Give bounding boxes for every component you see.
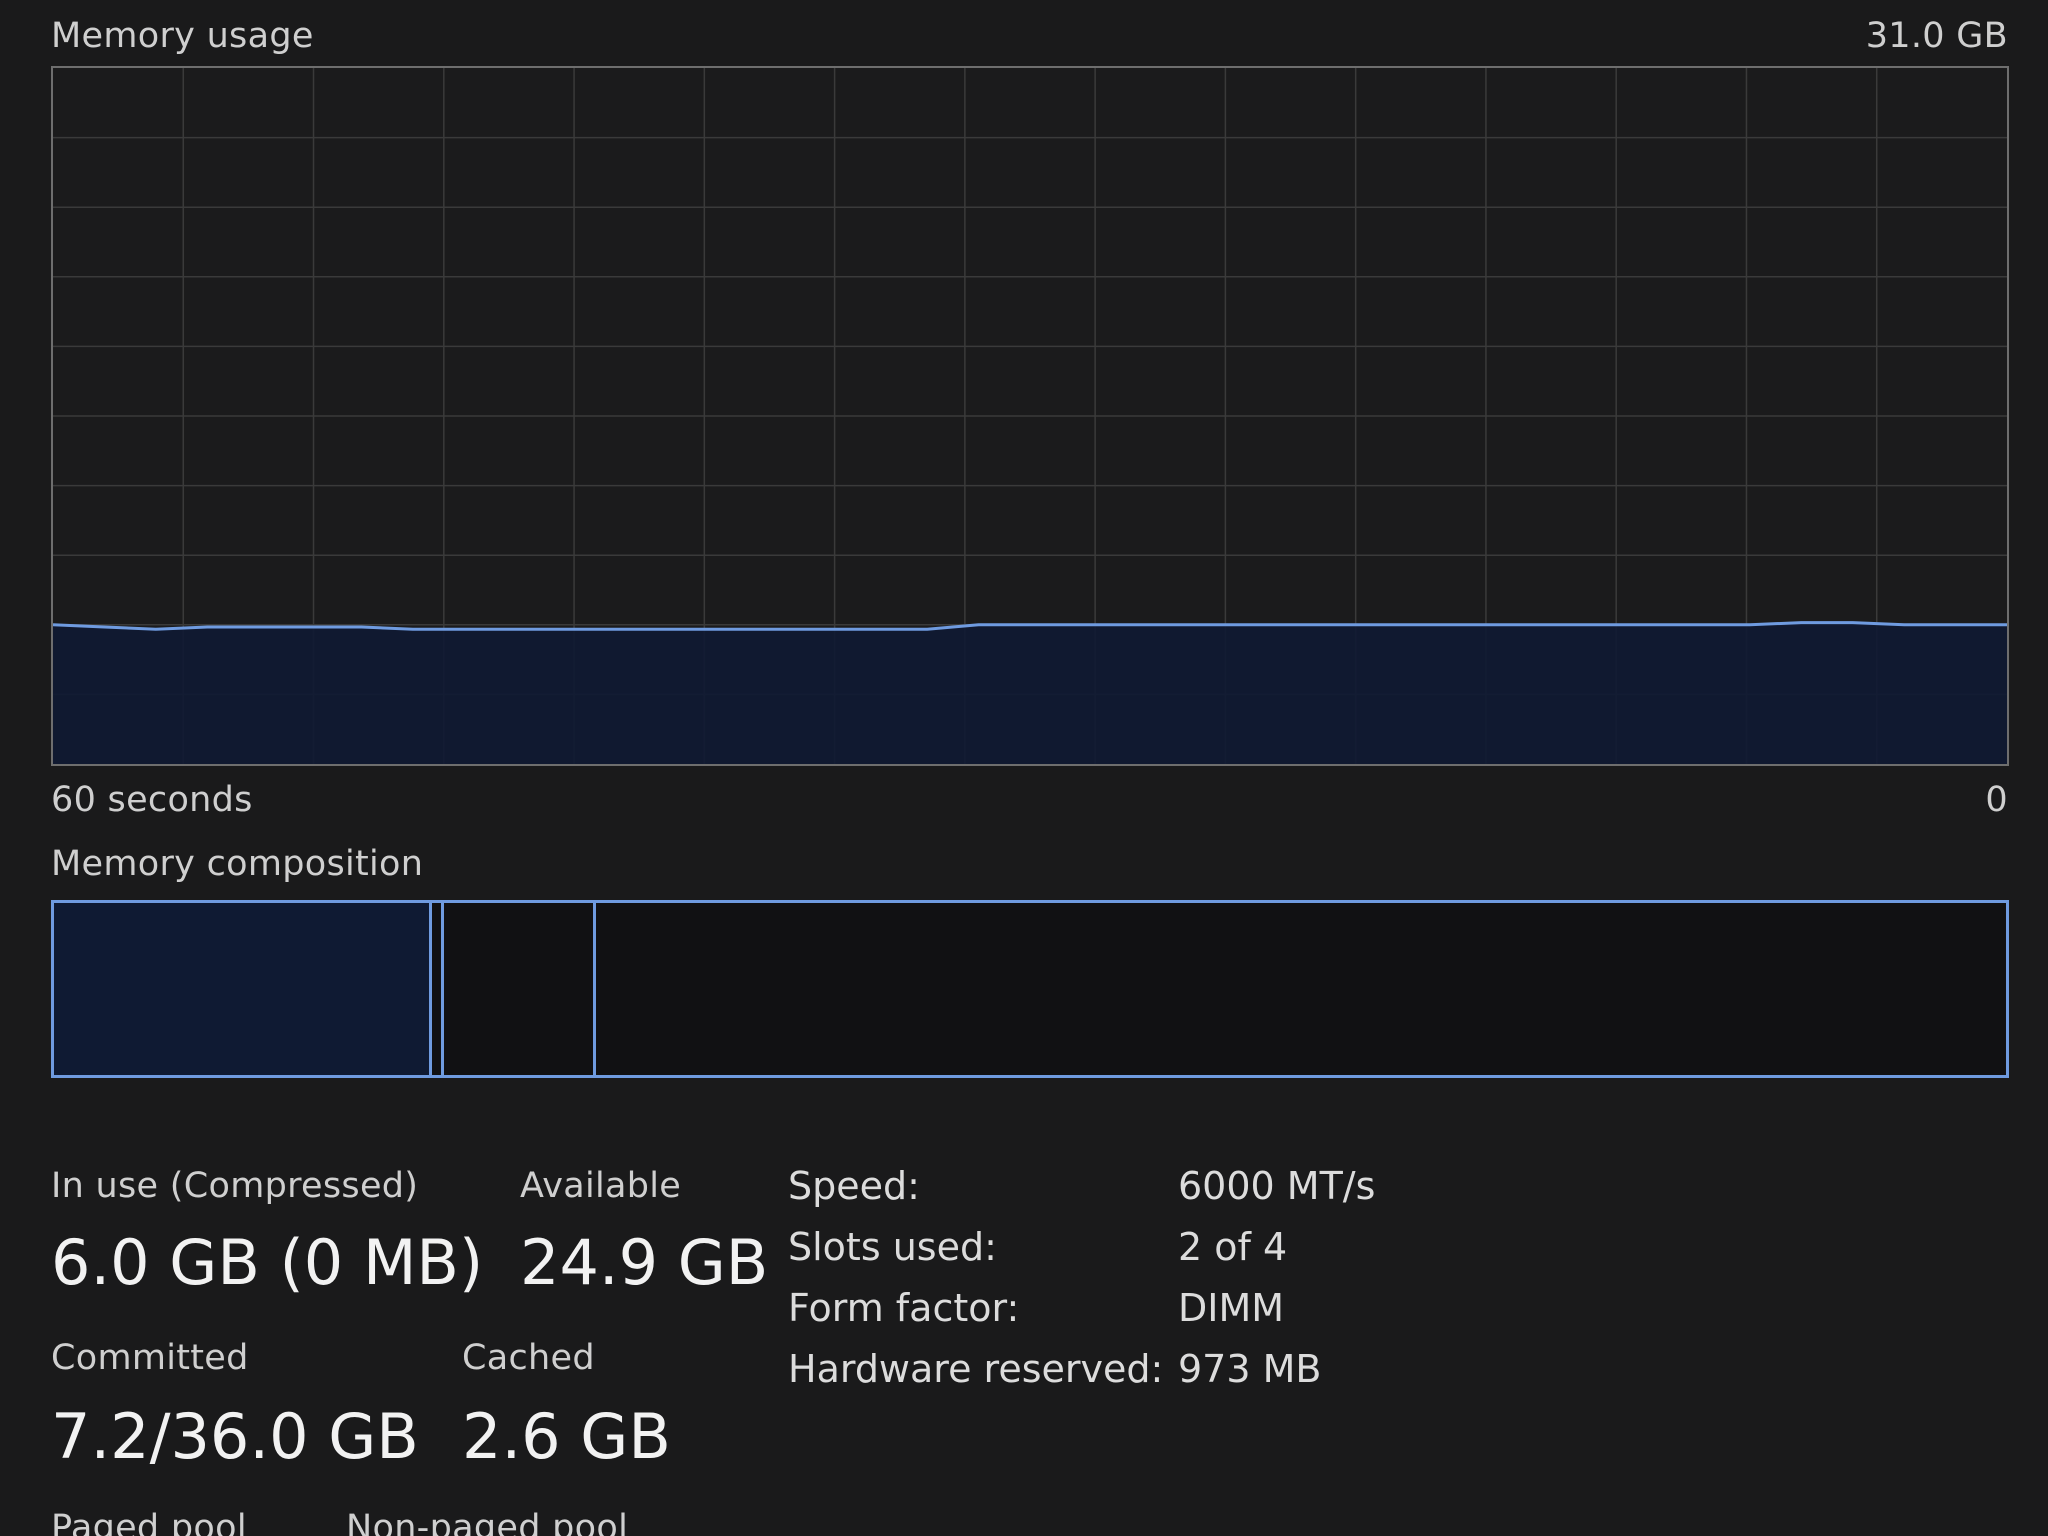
detail-label-speed: Speed:: [788, 1164, 920, 1208]
memory-usage-area: [53, 622, 2007, 764]
detail-label-slots: Slots used:: [788, 1225, 997, 1269]
detail-value-speed: 6000 MT/s: [1178, 1164, 1376, 1208]
memory-usage-graph-svg: [53, 68, 2007, 764]
in-use-label: In use (Compressed): [51, 1166, 419, 1206]
detail-value-form-factor: DIMM: [1178, 1286, 1285, 1330]
memory-usage-title: Memory usage: [51, 16, 314, 56]
memory-composition-title: Memory composition: [51, 844, 424, 884]
cached-value: 2.6 GB: [462, 1400, 671, 1473]
in-use-value: 6.0 GB (0 MB): [51, 1226, 484, 1299]
detail-label-form-factor: Form factor:: [788, 1286, 1020, 1330]
composition-standby-segment[interactable]: [444, 903, 596, 1075]
memory-performance-panel: Memory usage 31.0 GB 60 seconds 0 Memory…: [0, 0, 2048, 1536]
paged-pool-label: Paged pool: [51, 1508, 247, 1536]
composition-in-use-segment[interactable]: [54, 903, 432, 1075]
available-label: Available: [520, 1166, 682, 1206]
memory-composition-bar[interactable]: [51, 900, 2009, 1078]
composition-modified-segment[interactable]: [432, 903, 444, 1075]
detail-value-slots: 2 of 4: [1178, 1225, 1288, 1269]
detail-value-hardware-reserved: 973 MB: [1178, 1347, 1322, 1391]
available-value: 24.9 GB: [520, 1226, 769, 1299]
non-paged-pool-label: Non-paged pool: [346, 1508, 629, 1536]
memory-max-label: 31.0 GB: [1865, 16, 2008, 56]
cached-label: Cached: [462, 1338, 595, 1378]
committed-value: 7.2/36.0 GB: [51, 1400, 419, 1473]
graph-x-left-label: 60 seconds: [51, 780, 253, 820]
committed-label: Committed: [51, 1338, 249, 1378]
memory-usage-graph: [51, 66, 2009, 766]
detail-label-hardware-reserved: Hardware reserved:: [788, 1347, 1164, 1391]
graph-x-right-label: 0: [1985, 780, 2008, 820]
